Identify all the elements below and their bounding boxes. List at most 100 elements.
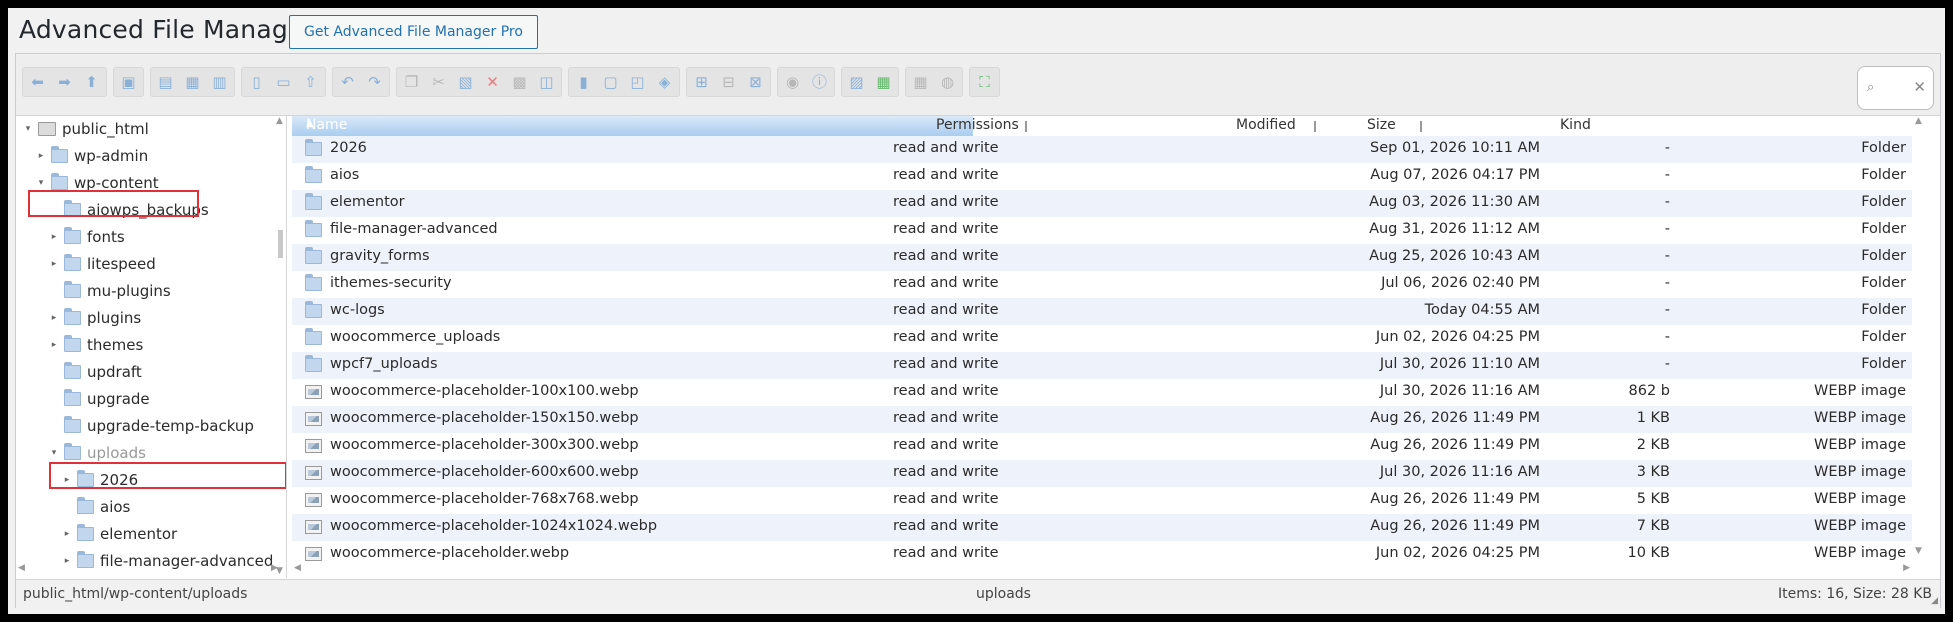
cell-permissions: read and write (893, 248, 999, 264)
tree-item-updraft[interactable]: updraft (16, 361, 142, 383)
grid-view-icon[interactable]: ⊟ (716, 70, 741, 95)
archive-icon[interactable]: ▨ (844, 70, 869, 95)
copy-icon[interactable]: ❐ (399, 70, 424, 95)
back-icon[interactable]: ⬅ (25, 70, 50, 95)
table-row[interactable]: aios read and write Aug 07, 2026 04:17 PM -… (292, 163, 1912, 190)
upload-icon[interactable]: ⇧ (298, 70, 323, 95)
image-file-icon (305, 520, 322, 538)
sort-icon[interactable]: ⊠ (743, 70, 768, 95)
table-row[interactable]: woocommerce-placeholder-150x150.webp read… (292, 406, 1912, 433)
tree-item-fonts[interactable]: ▸ fonts (16, 226, 125, 248)
scroll-down-icon[interactable]: ▼ (1915, 546, 1922, 556)
chevron-right-icon[interactable]: ▸ (61, 529, 73, 539)
chevron-right-icon[interactable]: ▸ (35, 151, 47, 161)
empty-icon[interactable]: ▩ (507, 70, 532, 95)
extract-icon[interactable]: ◈ (652, 70, 677, 95)
restore-icon[interactable]: ▦ (871, 70, 896, 95)
cell-name: woocommerce-placeholder-150x150.webp (330, 410, 639, 426)
table-row[interactable]: file-manager-advanced read and write Aug 3… (292, 217, 1912, 244)
column-name[interactable]: Name ▲ (292, 116, 973, 136)
list-view-icon[interactable]: ⊞ (689, 70, 714, 95)
chevron-right-icon[interactable]: ▸ (48, 313, 60, 323)
tree-item-public-html[interactable]: ▾ public_html (16, 118, 149, 140)
search-input[interactable]: ⌕ ✕ (1857, 66, 1934, 110)
edit-icon[interactable]: ▢ (598, 70, 623, 95)
table-row[interactable]: wpcf7_uploads read and write Jul 30, 2026 … (292, 352, 1912, 379)
scroll-up-icon[interactable]: ▲ (1915, 116, 1922, 126)
chevron-right-icon[interactable]: ▸ (48, 232, 60, 242)
delete-icon[interactable]: ✕ (480, 70, 505, 95)
table-row[interactable]: woocommerce-placeholder-300x300.webp read… (292, 433, 1912, 460)
info-icon[interactable]: ⓘ (807, 70, 832, 95)
redo-icon[interactable]: ↷ (362, 70, 387, 95)
resize-icon[interactable]: ◰ (625, 70, 650, 95)
help-icon[interactable]: ◍ (935, 70, 960, 95)
table-row[interactable]: woocommerce_uploads read and write Jun 02,… (292, 325, 1912, 352)
tree-item-themes[interactable]: ▸ themes (16, 334, 143, 356)
column-size[interactable]: Size (1367, 117, 1396, 133)
tree-scrollbar[interactable]: ▲ ▼ (275, 116, 285, 578)
chevron-right-icon[interactable]: ▸ (61, 556, 73, 566)
table-row[interactable]: elementor read and write Aug 03, 2026 11:3… (292, 190, 1912, 217)
tree-item-aios[interactable]: aios (16, 496, 130, 518)
get-pro-button[interactable]: Get Advanced File Manager Pro (289, 15, 538, 49)
scroll-left-icon[interactable]: ◀ (18, 563, 25, 573)
download-icon[interactable]: ▭ (271, 70, 296, 95)
column-resizer[interactable] (1314, 121, 1316, 132)
tree-item-plugins[interactable]: ▸ plugins (16, 307, 141, 329)
preview-icon[interactable]: ◉ (780, 70, 805, 95)
up-icon[interactable]: ⬆ (79, 70, 104, 95)
rename-icon[interactable]: ▮ (571, 70, 596, 95)
table-row[interactable]: woocommerce-placeholder-1024x1024.webp re… (292, 514, 1912, 541)
tree-item-upgrade[interactable]: upgrade (16, 388, 150, 410)
select-all-icon[interactable]: ▦ (908, 70, 933, 95)
paste-icon[interactable]: ▧ (453, 70, 478, 95)
save-icon[interactable]: ▥ (207, 70, 232, 95)
chevron-right-icon[interactable]: ▸ (48, 259, 60, 269)
fullscreen-icon[interactable]: ⛶ (972, 70, 997, 95)
cut-icon[interactable]: ✂ (426, 70, 451, 95)
tree-item-mu-plugins[interactable]: mu-plugins (16, 280, 171, 302)
table-row[interactable]: woocommerce-placeholder-768x768.webp read… (292, 487, 1912, 514)
resize-grip-icon[interactable]: ◢ (1931, 596, 1938, 606)
table-row[interactable]: gravity_forms read and write Aug 25, 2026 … (292, 244, 1912, 271)
duplicate-icon[interactable]: ◫ (534, 70, 559, 95)
tree-item-wp-admin[interactable]: ▸ wp-admin (16, 145, 148, 167)
cell-size: - (1664, 302, 1670, 318)
column-resizer[interactable] (1025, 121, 1027, 132)
open-icon[interactable]: ▯ (244, 70, 269, 95)
home-icon[interactable]: ▣ (116, 70, 141, 95)
column-modified[interactable]: Modified (1236, 117, 1296, 133)
scroll-thumb[interactable] (278, 230, 283, 258)
table-row[interactable]: woocommerce-placeholder.webp read and wri… (292, 541, 1912, 568)
chevron-right-icon[interactable]: ▸ (48, 340, 60, 350)
column-permissions[interactable]: Permissions (936, 117, 1019, 133)
scroll-up-icon[interactable]: ▲ (276, 116, 283, 126)
list-scrollbar[interactable]: ▲ ▼ (1914, 116, 1924, 578)
app-window: Advanced File Manager Get Advanced File … (8, 8, 1945, 614)
chevron-down-icon[interactable]: ▾ (22, 124, 34, 134)
tree-item-uploads[interactable]: ▾ uploads (16, 442, 146, 464)
tree-item-elementor[interactable]: ▸ elementor (16, 523, 177, 545)
reload-icon[interactable]: ▤ (153, 70, 178, 95)
table-row[interactable]: woocommerce-placeholder-600x600.webp read… (292, 460, 1912, 487)
forward-icon[interactable]: ➡ (52, 70, 77, 95)
cell-modified: Jul 30, 2026 11:16 AM (1379, 464, 1540, 480)
toolbar: ⌕ ✕ ⬅ ➡ ⬆ ▣ ▤ ▦ ▥ ▯ ▭ ⇧ ↶ ↷ ❐ ✂ ▧ ✕ ▩ ◫ ▮ ▢ ◰ ◈ ⊞ ⊟ ⊠ ◉ ⓘ ▨ ▦ ▦ ◍ ⛶ (16, 54, 1940, 116)
column-resizer[interactable] (1420, 121, 1422, 132)
chevron-down-icon[interactable]: ▾ (48, 448, 60, 458)
table-row[interactable]: wc-logs read and write Today 04:55 AM - Fold… (292, 298, 1912, 325)
chevron-down-icon[interactable]: ▾ (35, 178, 47, 188)
undo-icon[interactable]: ↶ (335, 70, 360, 95)
table-row[interactable]: ithemes-security read and write Jul 06, 20… (292, 271, 1912, 298)
tree-item-upgrade-temp-backup[interactable]: upgrade-temp-backup (16, 415, 254, 437)
close-icon[interactable]: ✕ (1913, 78, 1926, 96)
table-row[interactable]: woocommerce-placeholder-100x100.webp read… (292, 379, 1912, 406)
tree-item-litespeed[interactable]: ▸ litespeed (16, 253, 156, 275)
cell-permissions: read and write (893, 275, 999, 291)
scroll-right-icon[interactable]: ▶ (271, 563, 278, 573)
tree-hscrollbar[interactable]: ◀ ▶ (16, 563, 286, 576)
column-kind[interactable]: Kind (1560, 117, 1591, 133)
new-file-icon[interactable]: ▦ (180, 70, 205, 95)
table-row[interactable]: 2026 read and write Sep 01, 2026 10:11 AM -… (292, 136, 1912, 163)
